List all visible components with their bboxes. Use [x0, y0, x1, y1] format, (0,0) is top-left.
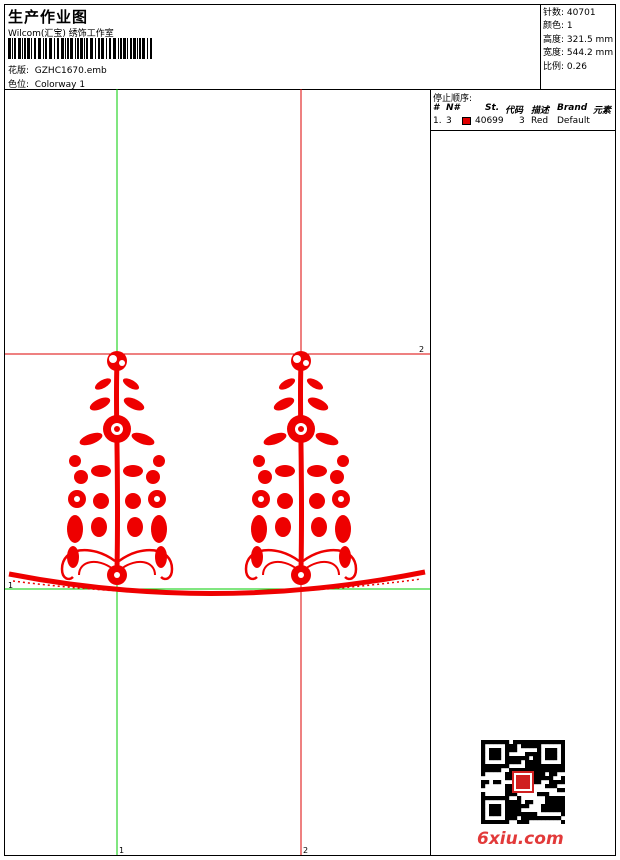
col-elements: 元素 — [593, 106, 612, 116]
col-index: # — [433, 103, 440, 113]
stat-colors: 颜色: 1 — [543, 21, 573, 32]
file-label: 花版: — [8, 66, 30, 76]
page-title: 生产作业图 — [8, 8, 89, 26]
qr-code — [481, 740, 565, 824]
stat-height: 高度: 321.5 mm — [543, 34, 614, 45]
thread-color-swatch — [462, 117, 471, 125]
col-desc: 描述 — [531, 106, 550, 116]
barcode — [8, 38, 152, 59]
stat-scale: 比例: 0.26 — [543, 61, 587, 72]
design-preview — [5, 89, 430, 855]
worksheet: 生产作业图 Wilcom(汇宝) 绣饰工作室 花版: GZHC1670.emb … — [4, 4, 616, 856]
motif-left — [62, 351, 172, 585]
stats-panel: 针数: 40701 颜色: 1 高度: 321.5 mm 宽度: 544.2 m… — [540, 5, 615, 89]
watermark: 6xiu.com — [477, 829, 564, 849]
col-needle: N# — [446, 103, 460, 113]
stat-stitches: 针数: 40701 — [543, 8, 596, 18]
guide-label-green-h: 1 — [8, 581, 14, 590]
col-code: 代码 — [505, 106, 524, 116]
col-brand: Brand — [557, 103, 588, 113]
design-canvas: 1 2 1 2 — [5, 89, 431, 855]
table-row: 1. 3 40699 3 Red Default — [431, 116, 615, 131]
stat-width: 宽度: 544.2 mm — [543, 48, 614, 59]
guide-label-green-v: 1 — [119, 846, 125, 855]
main-area: 1 2 1 2 停止顺序: # N# St. 代码 描述 Brand 元素 1.… — [5, 89, 615, 855]
guide-label-red-h: 2 — [419, 345, 425, 354]
stop-sequence-header: # N# St. 代码 描述 Brand 元素 — [431, 103, 615, 116]
file-name: GZHC1670.emb — [34, 66, 107, 76]
stop-sequence-panel: 停止顺序: # N# St. 代码 描述 Brand 元素 1. 3 40699… — [431, 89, 615, 855]
motif-right — [246, 351, 356, 585]
guide-label-red-v: 2 — [303, 846, 309, 855]
file-line: 花版: GZHC1670.emb — [8, 63, 107, 76]
col-stitches: St. — [485, 103, 500, 113]
header: 生产作业图 Wilcom(汇宝) 绣饰工作室 花版: GZHC1670.emb … — [5, 5, 615, 90]
